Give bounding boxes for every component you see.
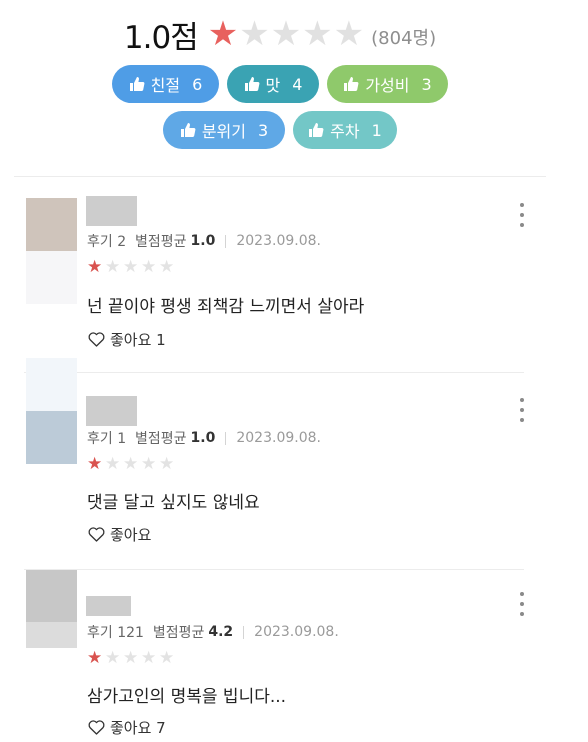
avatar[interactable] (26, 570, 77, 648)
reviewer-name-blurred[interactable] (86, 596, 131, 616)
review-date: 2023.09.08. (236, 233, 321, 249)
review-stars: ★ ★ ★ ★ ★ (87, 650, 177, 667)
tag-label: 주차 (330, 122, 360, 141)
avatar[interactable] (26, 198, 77, 304)
more-vertical-icon[interactable] (514, 203, 530, 227)
like-button[interactable]: 좋아요 1 (88, 329, 166, 350)
review-text: 삼가고인의 명복을 빕니다... (87, 687, 287, 707)
review-divider (24, 372, 524, 373)
tag-count: 1 (371, 120, 382, 140)
star-icon: ★ (159, 454, 175, 474)
separator (225, 234, 227, 248)
like-button[interactable]: 좋아요 7 (88, 717, 166, 738)
tag-count: 3 (257, 120, 269, 140)
star-icon: ★ (302, 14, 333, 54)
star-icon: ★ (87, 454, 103, 474)
review-divider (24, 569, 524, 570)
tag-row-1: 친절 6 맛 4 가성비 3 (0, 65, 560, 103)
thumbs-up-icon (244, 76, 260, 92)
reviewer-name-blurred[interactable] (86, 196, 137, 226)
tag-parking[interactable]: 주차 1 (293, 111, 397, 149)
average-rating-value: 1.0 (190, 233, 216, 249)
tag-row-2: 분위기 3 주차 1 (0, 111, 560, 149)
avatar-bottom (26, 251, 77, 304)
star-icon: ★ (87, 257, 103, 277)
review-count-label: 후기 121 별점평균 (87, 625, 205, 641)
star-icon: ★ (141, 648, 157, 668)
avatar-bottom (26, 622, 77, 648)
reviewer-name-blurred[interactable] (86, 396, 137, 426)
review-meta: 후기 2 별점평균 1.0 2023.09.08. (87, 231, 321, 251)
review-meta: 후기 121 별점평균 4.2 2023.09.08. (87, 622, 339, 642)
tag-kindness[interactable]: 친절 6 (112, 65, 219, 103)
heart-outline-icon (88, 332, 105, 347)
tag-atmosphere[interactable]: 분위기 3 (163, 111, 285, 149)
tag-count: 6 (192, 74, 203, 94)
heart-outline-icon (88, 720, 105, 735)
avatar-top (26, 198, 77, 251)
thumbs-up-icon (180, 122, 196, 138)
review-text: 넌 끝이야 평생 죄책감 느끼면서 살아라 (87, 297, 365, 317)
star-icon: ★ (123, 257, 139, 277)
more-vertical-icon[interactable] (514, 398, 530, 422)
tag-value[interactable]: 가성비 3 (327, 65, 448, 103)
thumbs-up-icon (129, 76, 145, 92)
tag-count: 4 (292, 74, 303, 94)
review-meta: 후기 1 별점평균 1.0 2023.09.08. (87, 428, 321, 448)
average-stars: ★ ★ ★ ★ ★ (208, 17, 365, 51)
heart-outline-icon (88, 527, 105, 542)
more-vertical-icon[interactable] (514, 592, 530, 616)
star-icon: ★ (207, 14, 239, 54)
average-score: 1.0점 (123, 19, 199, 56)
star-icon: ★ (159, 257, 175, 277)
star-icon: ★ (159, 648, 175, 668)
review-count: (804명) (371, 28, 437, 49)
thumbs-up-icon (343, 76, 359, 92)
star-icon: ★ (270, 14, 302, 54)
star-icon: ★ (333, 14, 365, 54)
review-date: 2023.09.08. (236, 430, 321, 446)
tag-label: 분위기 (201, 122, 246, 141)
review-count-label: 후기 1 별점평균 (87, 431, 187, 447)
avatar[interactable] (26, 358, 77, 464)
thumbs-up-icon (308, 122, 324, 138)
review-count-label: 후기 2 별점평균 (87, 234, 187, 250)
average-rating-value: 1.0 (190, 430, 216, 446)
star-icon: ★ (105, 454, 121, 474)
section-divider (14, 176, 546, 177)
review-text: 댓글 달고 싶지도 않네요 (87, 493, 260, 513)
tag-count: 3 (421, 74, 432, 94)
like-label: 좋아요 (110, 526, 152, 544)
average-rating-value: 4.2 (208, 624, 234, 640)
avatar-top (26, 570, 77, 622)
tag-taste[interactable]: 맛 4 (227, 65, 319, 103)
avatar-bottom (26, 411, 77, 464)
like-button[interactable]: 좋아요 (88, 524, 151, 545)
rating-summary: 1.0점 ★ ★ ★ ★ ★ (804명) (0, 14, 560, 56)
tag-label: 가성비 (365, 76, 410, 95)
star-icon: ★ (141, 257, 157, 277)
like-label: 좋아요 7 (110, 719, 166, 737)
star-icon: ★ (87, 648, 103, 668)
star-icon: ★ (239, 14, 270, 54)
star-icon: ★ (141, 454, 157, 474)
review-date: 2023.09.08. (254, 624, 339, 640)
star-icon: ★ (123, 454, 139, 474)
avatar-top (26, 358, 77, 411)
separator (243, 625, 245, 639)
review-stars: ★ ★ ★ ★ ★ (87, 456, 177, 473)
separator (225, 431, 227, 445)
star-icon: ★ (105, 648, 121, 668)
like-label: 좋아요 1 (110, 331, 166, 349)
tag-label: 친절 (150, 76, 181, 95)
star-icon: ★ (105, 257, 121, 277)
tag-label: 맛 (265, 76, 281, 95)
star-icon: ★ (123, 648, 139, 668)
review-stars: ★ ★ ★ ★ ★ (87, 259, 177, 276)
